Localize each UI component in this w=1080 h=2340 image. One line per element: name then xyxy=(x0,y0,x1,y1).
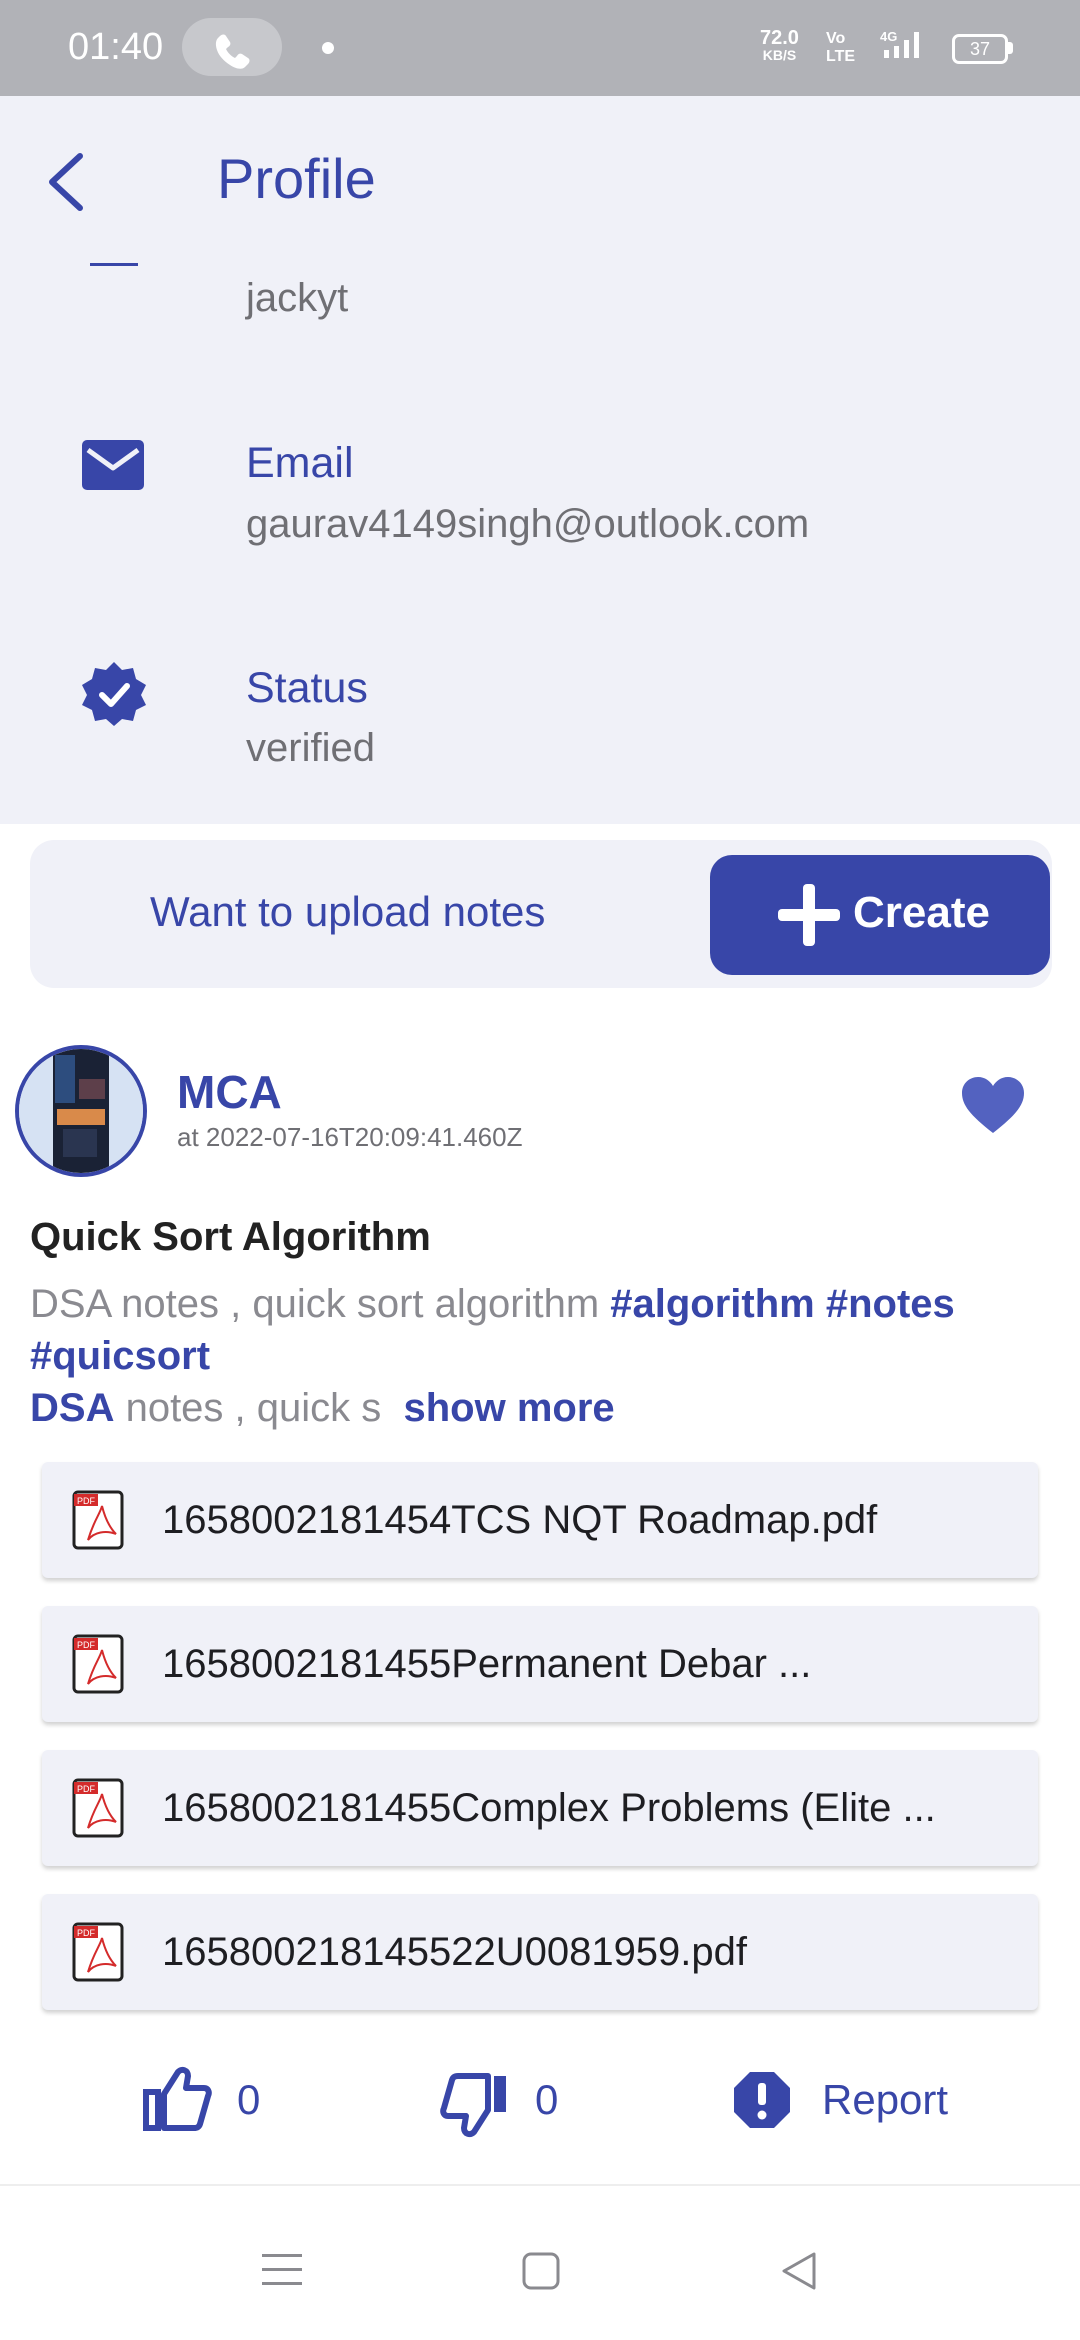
back-nav-icon[interactable] xyxy=(778,2250,818,2297)
ongoing-call-chip[interactable] xyxy=(182,18,282,76)
file-name: 1658002181455Complex Problems (Elite ... xyxy=(162,1786,936,1830)
status-label: Status xyxy=(246,664,368,712)
thumbs-up-icon xyxy=(143,2066,212,2131)
svg-text:PDF: PDF xyxy=(77,1496,96,1506)
phone-icon xyxy=(215,34,250,69)
network-speed-unit: KB/S xyxy=(762,47,797,63)
file-name: 1658002181454TCS NQT Roadmap.pdf xyxy=(162,1498,878,1542)
report-button[interactable]: Report xyxy=(822,2076,948,2124)
svg-text:PDF: PDF xyxy=(77,1928,96,1938)
dislike-count: 0 xyxy=(535,2076,559,2123)
status-time: 01:40 xyxy=(68,26,164,68)
chevron-left-icon xyxy=(49,153,83,211)
file-name: 165800218145522U0081959.pdf xyxy=(162,1930,748,1974)
pdf-icon: PDF xyxy=(72,1922,126,1989)
file-attachment[interactable]: PDF 1658002181454TCS NQT Roadmap.pdf xyxy=(42,1462,1038,1578)
file-attachment[interactable]: PDF 165800218145522U0081959.pdf xyxy=(42,1894,1038,2010)
svg-text:PDF: PDF xyxy=(77,1784,96,1794)
username-icon xyxy=(90,263,138,266)
file-name: 1658002181455Permanent Debar ... xyxy=(162,1642,812,1686)
hashtag[interactable]: #notes xyxy=(826,1282,955,1326)
network-speed: 72.0 KB/S xyxy=(760,28,799,62)
signal-icon: 4G xyxy=(878,28,938,69)
like-count: 0 xyxy=(237,2076,261,2123)
pdf-icon: PDF xyxy=(72,1490,126,1557)
page-title: Profile xyxy=(217,147,376,210)
verified-badge-icon xyxy=(80,660,148,733)
notification-dot xyxy=(322,42,334,54)
battery-tip xyxy=(1008,42,1013,54)
post-author[interactable]: MCA xyxy=(177,1065,282,1119)
network-speed-value: 72.0 xyxy=(760,27,799,49)
svg-text:PDF: PDF xyxy=(77,1640,96,1650)
plus-icon xyxy=(776,882,842,953)
menu-icon[interactable] xyxy=(262,2252,302,2293)
dislike-button[interactable] xyxy=(440,2072,510,2143)
email-label: Email xyxy=(246,439,354,487)
pdf-icon: PDF xyxy=(72,1778,126,1845)
signal-type: 4G xyxy=(880,29,897,44)
mail-icon xyxy=(82,440,144,495)
post-timestamp: at 2022-07-16T20:09:41.460Z xyxy=(177,1122,523,1152)
status-value: verified xyxy=(246,726,375,770)
show-more-link[interactable]: show more xyxy=(404,1386,615,1430)
file-attachment[interactable]: PDF 1658002181455Permanent Debar ... xyxy=(42,1606,1038,1722)
pdf-icon: PDF xyxy=(72,1634,126,1701)
favorite-button[interactable] xyxy=(960,1075,1026,1140)
post-description: DSA notes , quick sort algorithm #algori… xyxy=(30,1278,1050,1434)
volte-indicator: Vo LTE xyxy=(826,30,856,65)
description-snippet: notes , quick s xyxy=(125,1386,382,1430)
description-text: DSA notes , quick sort algorithm xyxy=(30,1282,600,1326)
post-title: Quick Sort Algorithm xyxy=(30,1215,431,1259)
back-button[interactable] xyxy=(44,150,88,219)
description-tag: DSA xyxy=(30,1386,115,1430)
report-icon[interactable] xyxy=(732,2070,792,2135)
profile-section xyxy=(0,96,1080,824)
hashtag[interactable]: #algorithm xyxy=(610,1282,814,1326)
heart-icon xyxy=(962,1077,1024,1133)
avatar-image xyxy=(19,1049,143,1173)
battery-icon: 37 xyxy=(952,34,1008,64)
hashtag[interactable]: #quicsort xyxy=(30,1334,210,1378)
file-attachment[interactable]: PDF 1658002181455Complex Problems (Elite… xyxy=(42,1750,1038,1866)
username-value: jackyt xyxy=(246,276,349,320)
avatar[interactable] xyxy=(15,1045,147,1177)
like-button[interactable] xyxy=(142,2066,212,2137)
home-icon[interactable] xyxy=(522,2252,560,2295)
create-button-label: Create xyxy=(853,888,990,937)
thumbs-down-icon xyxy=(440,2073,506,2138)
email-value: gaurav4149singh@outlook.com xyxy=(246,502,810,546)
upload-prompt: Want to upload notes xyxy=(150,888,546,935)
